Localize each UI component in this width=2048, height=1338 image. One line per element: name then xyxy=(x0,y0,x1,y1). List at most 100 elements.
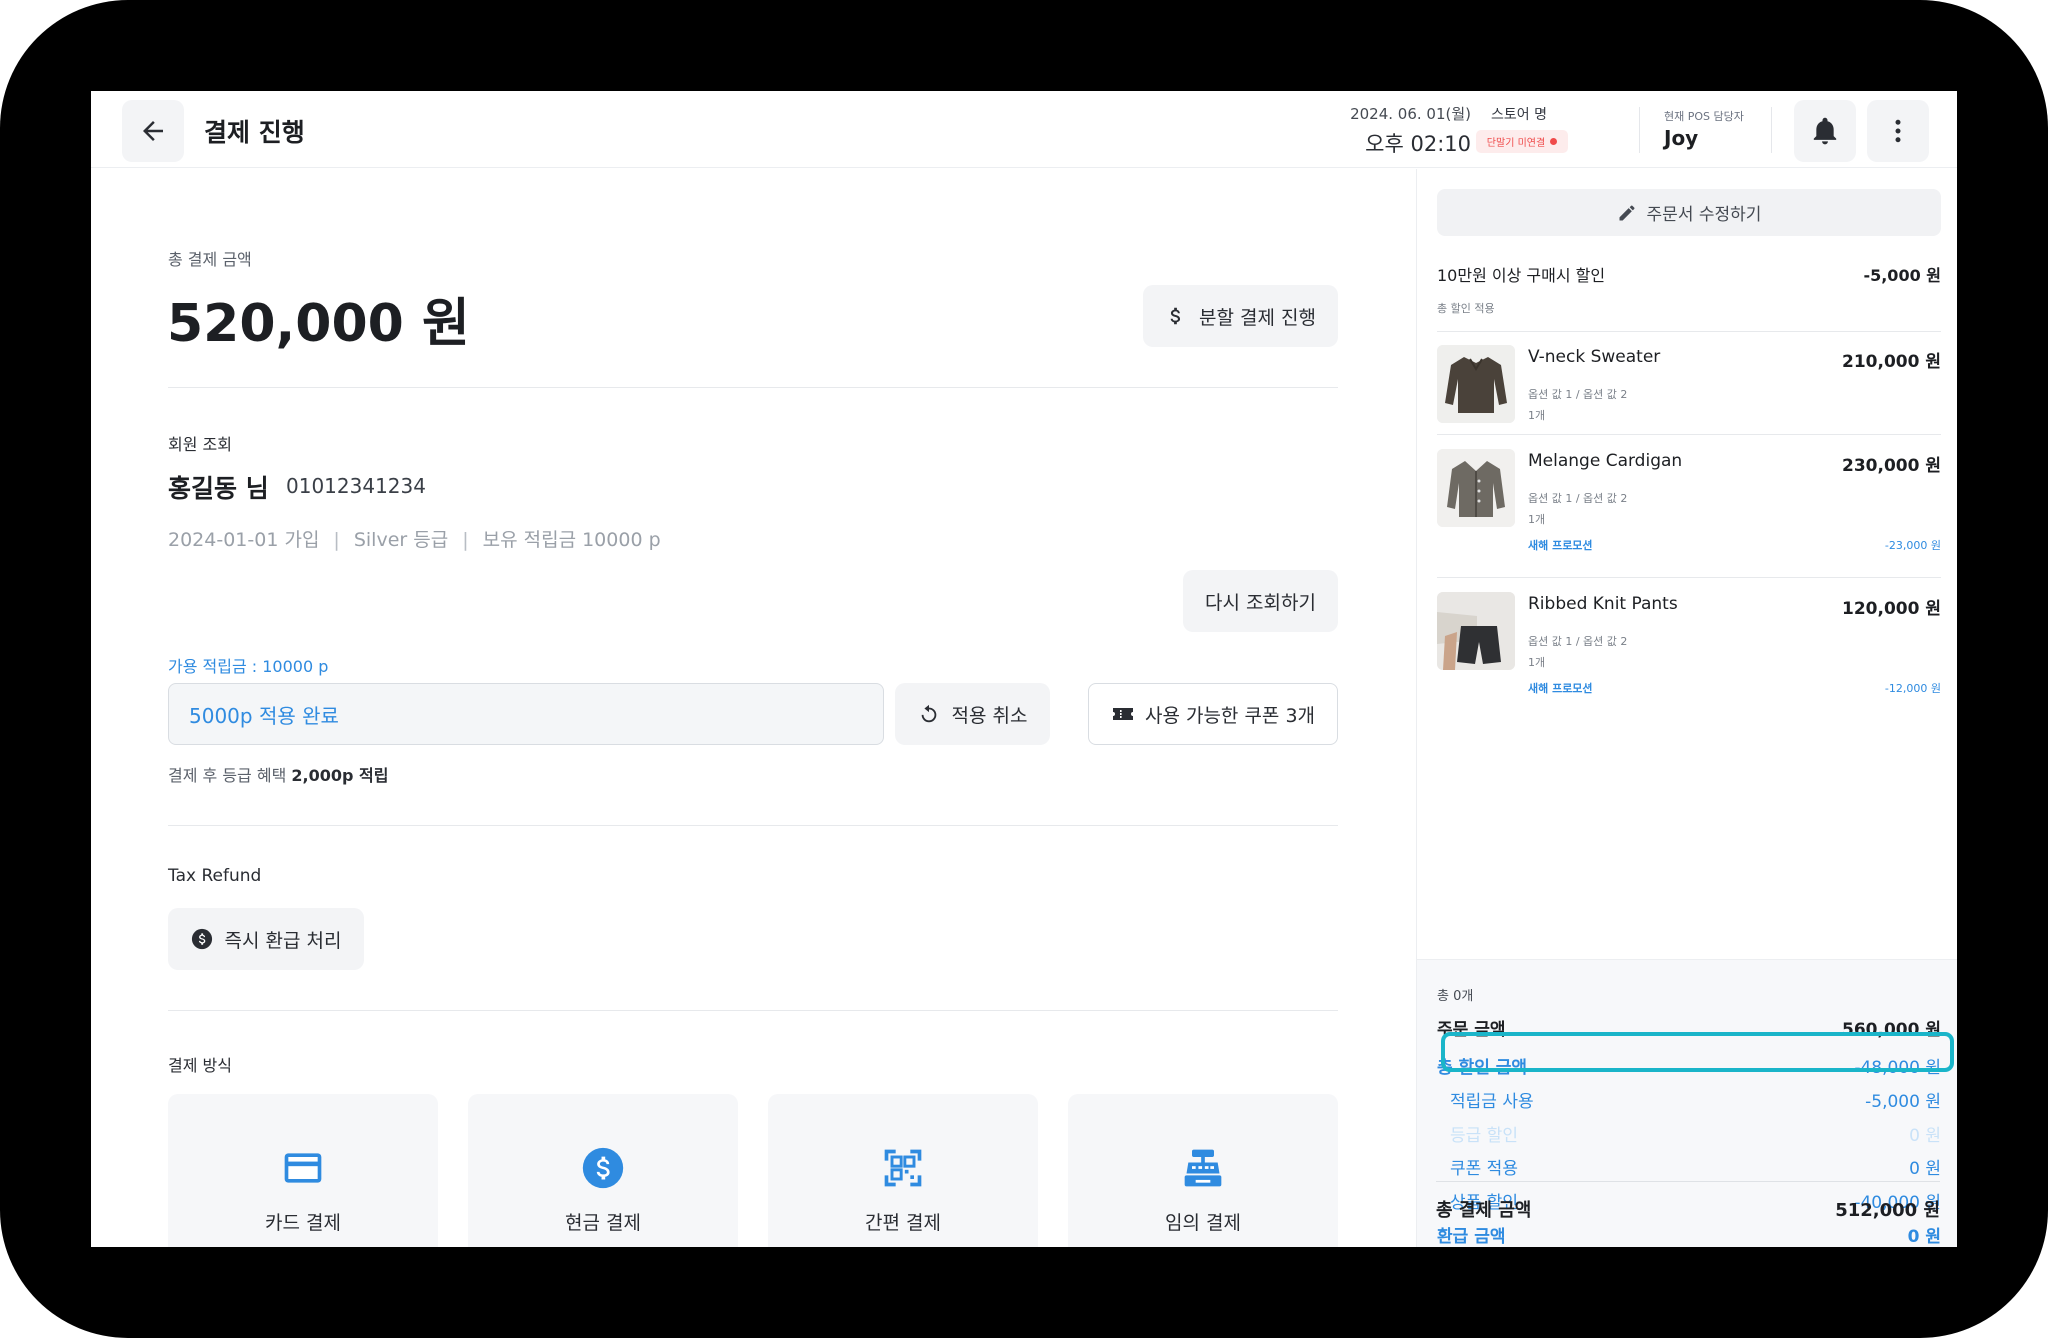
undo-icon xyxy=(921,704,936,723)
pants-image xyxy=(1437,592,1515,670)
qr-code-icon xyxy=(884,1149,922,1186)
refund-row: 환급 금액 0 원 xyxy=(1437,1222,1941,1247)
edit-order-label: 주문서 수정하기 xyxy=(1646,205,1762,225)
meta-separator: | xyxy=(333,529,340,551)
member-grade: Silver 등급 xyxy=(353,529,449,551)
member-meta: 2024-01-01 가입 | Silver 등급 | 보유 적립금 10000 p xyxy=(168,525,661,552)
final-total-divider xyxy=(1436,1181,1940,1182)
cardigan-image xyxy=(1437,449,1515,527)
item-options: 옵션 값 1 / 옵션 값 2 xyxy=(1528,492,1628,505)
notification-button[interactable] xyxy=(1794,100,1856,162)
dollar-icon xyxy=(1170,307,1181,325)
method-label: 현금 결제 xyxy=(565,1211,641,1234)
instant-refund-button[interactable]: 즉시 환급 처리 xyxy=(168,908,364,970)
member-phone: 01012341234 xyxy=(286,474,426,498)
pos-staff-name: Joy xyxy=(1664,126,1699,150)
dollar-coin-icon xyxy=(582,1147,624,1188)
coupon-label: 사용 가능한 쿠폰 3개 xyxy=(1144,704,1316,727)
total-discount-value: -48,000 원 xyxy=(1854,1058,1941,1078)
item-promo: 새해 프로모션 xyxy=(1528,682,1593,695)
item-price: 210,000 원 xyxy=(1842,352,1941,372)
grade-discount-row: 등급 할인 0 원 xyxy=(1437,1121,1941,1146)
item-name: Ribbed Knit Pants xyxy=(1528,594,1678,614)
order-discount-row: 10만원 이상 구매시 할인 -5,000 원 xyxy=(1437,262,1941,286)
member-points-held: 보유 적립금 10000 p xyxy=(482,529,661,551)
more-options-button[interactable] xyxy=(1867,100,1929,162)
payment-panel: 총 결제 금액 520,000 원 분할 결제 진행 회원 조회 홍길동 님 0… xyxy=(91,169,1416,1247)
item-divider xyxy=(1437,434,1941,435)
manual-payment-button[interactable]: 임의 결제 xyxy=(1068,1094,1338,1247)
item-name: V-neck Sweater xyxy=(1528,347,1661,367)
terminal-status-text: 단말기 미연결 xyxy=(1486,138,1546,149)
dollar-circle-icon xyxy=(191,928,212,950)
more-vertical-icon xyxy=(1895,119,1901,143)
item-promo-value: -23,000 원 xyxy=(1884,539,1941,552)
item-price: 230,000 원 xyxy=(1842,456,1941,476)
final-total-value: 512,000 원 xyxy=(1835,1200,1940,1221)
refund-value: 0 원 xyxy=(1907,1227,1941,1247)
requery-member-button[interactable]: 다시 조회하기 xyxy=(1183,570,1338,632)
item-divider xyxy=(1437,577,1941,578)
status-dot-icon xyxy=(1550,138,1558,145)
coupon-row: 쿠폰 적용 0 원 xyxy=(1437,1154,1941,1179)
header-divider xyxy=(1639,107,1640,153)
order-item: Melange Cardigan 230,000 원 옵션 값 1 / 옵션 값… xyxy=(1437,449,1941,559)
order-discount-name: 10만원 이상 구매시 할인 xyxy=(1437,266,1606,285)
cancel-apply-label: 적용 취소 xyxy=(951,704,1028,727)
available-points: 가용 적립금 : 10000 p xyxy=(168,657,329,676)
method-label: 간편 결제 xyxy=(865,1211,941,1234)
instant-refund-label: 즉시 환급 처리 xyxy=(224,929,342,952)
cancel-apply-button[interactable]: 적용 취소 xyxy=(895,683,1050,745)
product-thumbnail xyxy=(1437,592,1515,670)
item-options: 옵션 값 1 / 옵션 값 2 xyxy=(1528,388,1628,401)
points-used-row: 적립금 사용 -5,000 원 xyxy=(1437,1087,1941,1112)
order-amount-label: 주문 금액 xyxy=(1437,1020,1506,1040)
section-divider xyxy=(168,1010,1338,1011)
benefit-value: 2,000p 적립 xyxy=(291,766,389,785)
order-amount-value: 560,000 원 xyxy=(1842,1020,1941,1040)
edit-order-button[interactable]: 주문서 수정하기 xyxy=(1437,189,1941,236)
order-item: V-neck Sweater 210,000 원 옵션 값 1 / 옵션 값 2… xyxy=(1437,345,1941,425)
grade-discount-value: 0 원 xyxy=(1909,1126,1941,1146)
coupon-value: 0 원 xyxy=(1909,1159,1941,1179)
item-quantity: 1개 xyxy=(1528,513,1546,526)
arrow-left-icon xyxy=(143,121,163,141)
section-divider xyxy=(168,387,1338,388)
payment-method-label: 결제 방식 xyxy=(168,1056,232,1075)
split-payment-button[interactable]: 분할 결제 진행 xyxy=(1143,285,1338,347)
item-name: Melange Cardigan xyxy=(1528,451,1683,471)
easy-payment-button[interactable]: 간편 결제 xyxy=(768,1094,1038,1247)
header-date: 2024. 06. 01(월) xyxy=(1350,105,1471,123)
pos-screen: 결제 진행 2024. 06. 01(월) 오후 02:10 스토어 명 단말기… xyxy=(91,91,1957,1247)
method-label: 임의 결제 xyxy=(1165,1211,1241,1234)
item-count: 총 0개 xyxy=(1437,989,1474,1004)
split-payment-label: 분할 결제 진행 xyxy=(1199,306,1316,329)
points-input-value: 5000p 적용 완료 xyxy=(189,703,339,728)
page-title: 결제 진행 xyxy=(204,118,305,147)
cash-payment-button[interactable]: 현금 결제 xyxy=(468,1094,738,1247)
item-divider xyxy=(1437,331,1941,332)
bell-icon xyxy=(1813,117,1837,145)
final-total-label: 총 결제 금액 xyxy=(1436,1200,1532,1221)
coupon-button[interactable]: 사용 가능한 쿠폰 3개 xyxy=(1088,683,1338,745)
member-name: 홍길동 님 xyxy=(168,474,269,503)
benefit-prefix: 결제 후 등급 혜택 xyxy=(168,766,292,785)
method-label: 카드 결제 xyxy=(265,1211,341,1234)
card-payment-button[interactable]: 카드 결제 xyxy=(168,1094,438,1247)
ticket-icon xyxy=(1112,708,1133,720)
points-input[interactable]: 5000p 적용 완료 xyxy=(168,683,884,745)
total-discount-row: 총 할인 금액 -48,000 원 xyxy=(1437,1053,1941,1078)
final-total-row: 총 결제 금액 512,000 원 xyxy=(1436,1196,1940,1222)
order-discount-value: -5,000 원 xyxy=(1863,266,1941,285)
terminal-status-badge: 단말기 미연결 xyxy=(1476,130,1568,153)
order-amount-row: 주문 금액 560,000 원 xyxy=(1437,1015,1941,1040)
sweater-image xyxy=(1437,345,1515,423)
top-header: 결제 진행 2024. 06. 01(월) 오후 02:10 스토어 명 단말기… xyxy=(91,91,1957,168)
order-summary-panel: 주문서 수정하기 10만원 이상 구매시 할인 -5,000 원 총 할인 적용… xyxy=(1416,169,1957,1247)
pencil-icon xyxy=(1619,205,1635,220)
tax-refund-label: Tax Refund xyxy=(168,866,262,886)
points-used-value: -5,000 원 xyxy=(1865,1092,1941,1112)
section-divider xyxy=(168,825,1338,826)
back-button[interactable] xyxy=(122,100,184,162)
meta-separator: | xyxy=(462,529,469,551)
